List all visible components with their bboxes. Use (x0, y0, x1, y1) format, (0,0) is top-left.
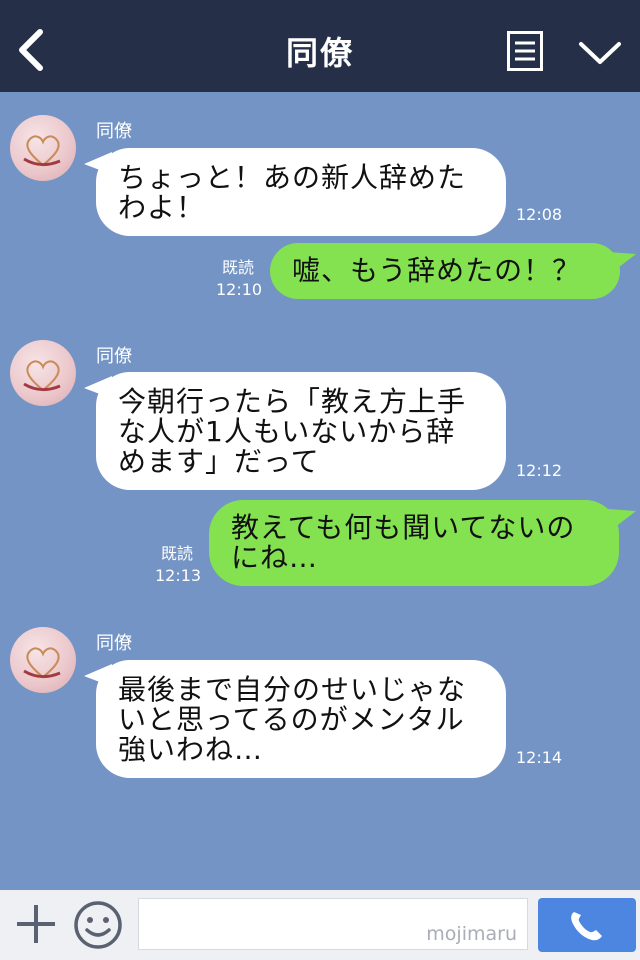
message-line: ちょっと！あの新人辞めた (118, 161, 467, 194)
sender-name: 同僚 (96, 346, 132, 367)
bubble-tail (608, 509, 636, 531)
chat-header: 同僚 (0, 0, 640, 92)
avatar[interactable] (10, 340, 76, 406)
phone-icon (571, 912, 602, 941)
read-receipt: 既読 12:10 (216, 257, 263, 301)
read-label: 既読 (221, 258, 254, 277)
message-line: 嘘、もう辞めたの！？ (292, 254, 582, 287)
message-bubble[interactable]: ちょっと！あの新人辞めた わよ！ (96, 148, 506, 236)
message-bubble[interactable]: 今朝行ったら「教え方上手 な人が1人もいないから辞 めます」だって (96, 372, 506, 490)
message-line: 今朝行ったら「教え方上手 (118, 385, 467, 418)
read-label: 既読 (160, 544, 193, 563)
message-input[interactable]: mojimaru (138, 898, 528, 950)
message-line: 最後まで自分のせいじゃな (118, 673, 467, 706)
menu-icon[interactable] (507, 31, 543, 71)
message-line: な人が1人もいないから辞 (118, 415, 456, 448)
bubble-tail (608, 252, 636, 274)
message-bubble[interactable]: 教えても何も聞いてないの にね… (209, 500, 619, 586)
message-time: 12:14 (516, 748, 563, 767)
message-line: めます」だって (118, 445, 320, 478)
message-time: 12:10 (216, 280, 263, 299)
message-bubble[interactable]: 嘘、もう辞めたの！？ (270, 243, 620, 299)
avatar[interactable] (10, 627, 76, 693)
message-line: 教えても何も聞いてないの (231, 511, 576, 544)
chat-title: 同僚 (285, 34, 354, 72)
message-line: 強いわね… (118, 733, 264, 766)
call-button[interactable] (538, 898, 636, 952)
message-bubble[interactable]: 最後まで自分のせいじゃな いと思ってるのがメンタル 強いわね… (96, 660, 506, 778)
message-line: いと思ってるのがメンタル (118, 703, 465, 736)
avatar[interactable] (10, 115, 76, 181)
message-line: にね… (231, 541, 319, 574)
chevron-down-icon[interactable] (578, 38, 622, 68)
watermark: mojimaru (426, 923, 517, 945)
read-receipt: 既読 12:13 (155, 543, 202, 587)
smiley-icon[interactable] (72, 899, 124, 951)
message-time: 12:13 (155, 566, 202, 585)
message-time: 12:08 (516, 205, 563, 224)
message-time: 12:12 (516, 461, 563, 480)
sender-name: 同僚 (96, 121, 132, 142)
message-line: わよ！ (118, 191, 206, 224)
sender-name: 同僚 (96, 633, 132, 654)
plus-icon[interactable] (14, 902, 58, 946)
